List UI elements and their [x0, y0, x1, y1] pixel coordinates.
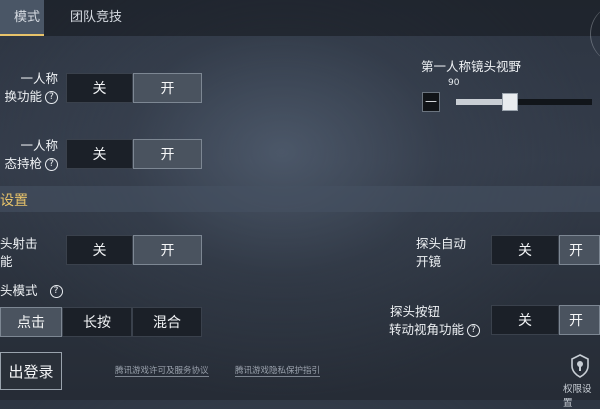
fp-switch-label-line1: 一人称	[20, 71, 58, 86]
logout-button[interactable]: 出登录	[0, 352, 62, 390]
privacy-guideline-link[interactable]: 腾讯游戏隐私保护指引	[235, 364, 321, 377]
peek-shoot-label-line2: 能	[0, 254, 13, 269]
fp-switch-label: 一人称 换功能?	[0, 70, 58, 106]
section-title: 设置	[0, 193, 28, 209]
fov-decrease-button[interactable]: —	[422, 92, 440, 112]
fp-switch-on-button[interactable]: 开	[133, 73, 202, 103]
rotate-view-label-line2: 转动视角功能	[389, 322, 465, 337]
rotate-view-label: 探头按钮 转动视角功能?	[389, 303, 481, 339]
minus-icon: —	[425, 94, 437, 108]
auto-scope-label: 探头自动 开镜	[416, 235, 466, 271]
fp-hold-off-button[interactable]: 关	[66, 139, 133, 169]
peek-mode-label-text: 头模式	[0, 283, 38, 298]
auto-scope-off-button[interactable]: 关	[491, 235, 559, 265]
rotate-view-on-button[interactable]: 开	[559, 305, 600, 335]
section-header-bar	[0, 186, 600, 212]
question-circle-icon[interactable]: ?	[49, 285, 63, 298]
fov-label: 第一人称镜头视野	[421, 59, 522, 74]
rotate-view-label-line1: 探头按钮	[390, 304, 441, 319]
peek-mode-option-hold[interactable]: 长按	[62, 307, 132, 337]
tab-team-deathmatch-label: 团队竞技	[70, 10, 123, 25]
question-circle-icon[interactable]: ?	[467, 324, 481, 337]
fp-hold-on-button[interactable]: 开	[133, 139, 202, 169]
peek-shoot-label: 头射击 能	[0, 235, 60, 271]
shield-keyhole-icon[interactable]	[570, 354, 590, 378]
fp-hold-label-line2: 态持枪	[4, 156, 42, 171]
peek-mode-label: 头模式?	[0, 282, 63, 300]
fp-switch-off-button[interactable]: 关	[66, 73, 133, 103]
auto-scope-label-line1: 探头自动	[416, 236, 467, 251]
license-agreement-link[interactable]: 腾讯游戏许可及服务协议	[115, 364, 209, 377]
fov-value: 90	[448, 78, 460, 88]
tab-mode[interactable]: 模式	[0, 0, 44, 36]
peek-shoot-off-button[interactable]: 关	[66, 235, 133, 265]
auto-scope-on-button[interactable]: 开	[559, 235, 600, 265]
peek-mode-option-tap[interactable]: 点击	[0, 307, 62, 337]
tab-team-deathmatch[interactable]: 团队竞技	[70, 0, 122, 36]
permission-settings-label[interactable]: 权限设置	[563, 381, 600, 409]
tab-mode-label: 模式	[13, 10, 40, 25]
peek-mode-option-mixed[interactable]: 混合	[132, 307, 202, 337]
question-circle-icon[interactable]: ?	[45, 158, 58, 171]
rotate-view-off-button[interactable]: 关	[491, 305, 559, 335]
fp-switch-label-line2: 换功能	[4, 89, 42, 104]
fp-hold-label-line1: 一人称	[20, 138, 58, 153]
fp-hold-label: 一人称 态持枪?	[0, 137, 58, 173]
peek-shoot-label-line1: 头射击	[0, 236, 38, 251]
peek-shoot-on-button[interactable]: 开	[133, 235, 202, 265]
question-circle-icon[interactable]: ?	[45, 91, 58, 104]
auto-scope-label-line2: 开镜	[416, 254, 442, 269]
fov-slider-thumb[interactable]	[502, 93, 519, 111]
